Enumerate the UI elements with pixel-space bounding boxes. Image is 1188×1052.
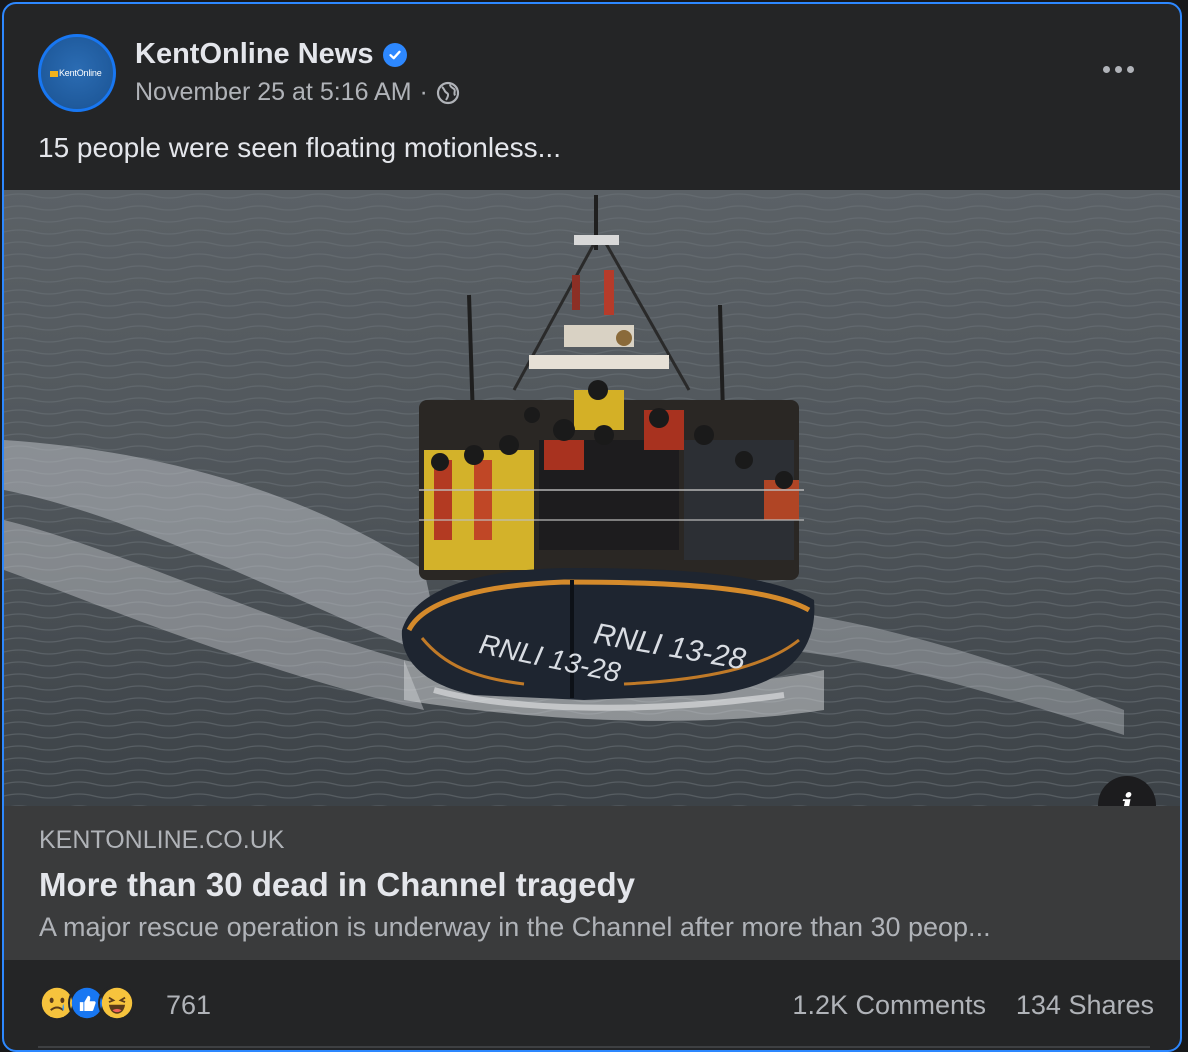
shares-count[interactable]: 134 Shares <box>1016 990 1154 1021</box>
page-name-label: KentOnline News <box>135 38 374 70</box>
link-domain: KENTONLINE.CO.UK <box>39 826 285 854</box>
meta-separator: · <box>419 78 428 106</box>
lifeboat-photo: RNLI 13-28 RNLI 13-28 <box>4 190 1180 806</box>
page-name[interactable]: KentOnline News <box>135 38 407 71</box>
reaction-count[interactable]: 761 <box>166 990 211 1021</box>
page-avatar[interactable]: KentOnline <box>38 34 116 112</box>
post-card: KentOnline KentOnline News November 25 a… <box>2 2 1182 1052</box>
avatar-logo-text: KentOnline <box>59 68 102 78</box>
dot <box>1114 65 1122 73</box>
dot <box>1102 65 1110 73</box>
post-timestamp[interactable]: November 25 at 5:16 AM <box>135 78 412 107</box>
link-preview[interactable]: KENTONLINE.CO.UK More than 30 dead in Ch… <box>4 806 1180 960</box>
post-footer: 761 1.2K Comments 134 Shares <box>4 960 1180 1050</box>
post-meta: November 25 at 5:16 AM · <box>135 78 460 107</box>
verified-badge-icon <box>382 42 407 67</box>
post-image[interactable]: RNLI 13-28 RNLI 13-28 <box>4 190 1180 806</box>
comments-count[interactable]: 1.2K Comments <box>792 990 986 1021</box>
logo-mark <box>50 71 58 77</box>
post-text: 15 people were seen floating motionless.… <box>38 132 561 163</box>
post-header: KentOnline KentOnline News November 25 a… <box>4 4 1180 194</box>
link-description: A major rescue operation is underway in … <box>39 912 991 942</box>
reaction-icons[interactable] <box>38 984 136 1022</box>
more-options-button[interactable] <box>1096 54 1140 84</box>
dot <box>1126 65 1134 73</box>
link-title[interactable]: More than 30 dead in Channel tragedy <box>39 866 635 904</box>
haha-reaction-icon <box>98 984 136 1022</box>
globe-icon[interactable] <box>436 81 460 105</box>
